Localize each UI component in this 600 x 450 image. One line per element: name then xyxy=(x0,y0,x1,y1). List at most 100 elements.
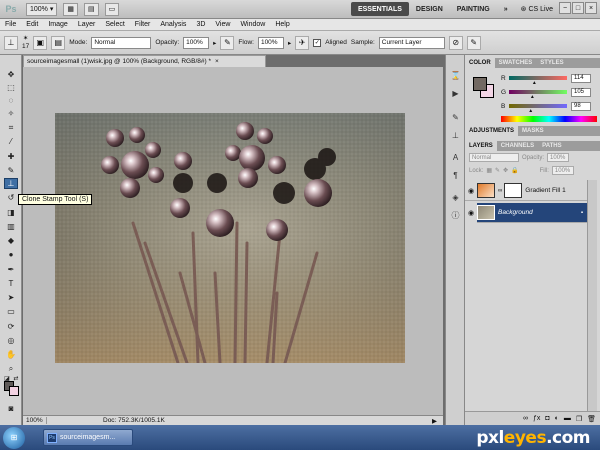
clone-stamp-preset-icon[interactable]: ⊥ xyxy=(4,35,18,50)
color-panel-foreground[interactable] xyxy=(473,77,487,91)
start-button[interactable]: ⊞ xyxy=(3,426,25,449)
green-value[interactable]: 105 xyxy=(571,87,591,97)
mode-select[interactable]: Normal xyxy=(91,36,152,49)
ignore-adjustment-layers-icon[interactable]: ⊘ xyxy=(448,35,463,50)
screen-mode-icon[interactable]: ▭ xyxy=(104,2,120,16)
pressure-opacity-icon[interactable]: ✎ xyxy=(220,35,235,50)
menu-layer[interactable]: Layer xyxy=(73,21,101,28)
paragraph-panel-icon[interactable]: ¶ xyxy=(449,169,462,182)
close-button[interactable]: × xyxy=(585,2,597,14)
quick-selection-tool-icon[interactable]: ✧ xyxy=(4,108,18,119)
clone-stamp-tool-icon[interactable]: ⊥ xyxy=(4,178,18,189)
tab-swatches[interactable]: SWATCHES xyxy=(495,58,537,68)
taskbar-photoshop-item[interactable]: Ps sourceimagesm... xyxy=(43,429,133,446)
menu-image[interactable]: Image xyxy=(43,21,72,28)
menu-view[interactable]: View xyxy=(210,21,235,28)
blue-value[interactable]: 98 xyxy=(571,101,591,111)
brush-panel-icon[interactable]: ▣ xyxy=(33,35,48,50)
lock-transparent-icon[interactable]: ▦ xyxy=(486,167,492,174)
type-tool-icon[interactable]: T xyxy=(4,278,18,289)
tab-color[interactable]: COLOR xyxy=(465,58,495,68)
layers-scrollbar[interactable] xyxy=(587,180,597,430)
gradient-fill-thumbnail[interactable] xyxy=(477,183,495,198)
quick-mask-icon[interactable]: ◙ xyxy=(4,403,18,414)
new-layer-icon[interactable]: ❐ xyxy=(576,415,582,423)
actions-panel-icon[interactable]: ▶ xyxy=(449,87,462,100)
arrange-documents-icon[interactable]: ▤ xyxy=(84,2,99,16)
link-icon[interactable]: ∞ xyxy=(523,415,528,422)
layer-row-background[interactable]: ◉ Background ▪ xyxy=(465,202,587,223)
gradient-tool-icon[interactable]: ▥ xyxy=(4,221,18,232)
menu-3d[interactable]: 3D xyxy=(191,21,210,28)
maximize-button[interactable]: □ xyxy=(572,2,584,14)
3d-orbit-tool-icon[interactable]: ◎ xyxy=(4,335,18,346)
green-slider-knob-icon[interactable]: ▲ xyxy=(530,94,535,100)
menu-filter[interactable]: Filter xyxy=(130,21,156,28)
move-tool-icon[interactable]: ✥ xyxy=(4,69,18,80)
clone-source-icon[interactable]: ▤ xyxy=(51,35,66,50)
info-panel-icon[interactable]: ⓘ xyxy=(449,209,462,222)
trash-icon[interactable]: 🗑 xyxy=(587,415,596,423)
adjustment-icon[interactable]: ◐ xyxy=(555,415,559,422)
cs-live-button[interactable]: ⊛ CS Live xyxy=(521,5,553,14)
fill-input[interactable]: 100% xyxy=(551,166,574,175)
minimize-button[interactable]: − xyxy=(559,2,571,14)
menu-analysis[interactable]: Analysis xyxy=(155,21,191,28)
lock-all-icon[interactable]: 🔒 xyxy=(511,167,518,174)
tab-channels[interactable]: CHANNELS xyxy=(497,141,538,151)
folder-icon[interactable]: ▬ xyxy=(564,415,571,422)
opacity-input[interactable]: 100% xyxy=(183,36,210,49)
layer-name[interactable]: Gradient Fill 1 xyxy=(525,187,565,194)
brush-tool-icon[interactable]: ✎ xyxy=(4,165,18,176)
rectangle-tool-icon[interactable]: ▭ xyxy=(4,306,18,317)
status-zoom[interactable]: 100% xyxy=(23,417,47,424)
hand-tool-icon[interactable]: ✋ xyxy=(4,349,18,360)
canvas-area[interactable] xyxy=(23,67,443,415)
red-slider[interactable]: ▲ xyxy=(509,76,567,86)
tab-layers[interactable]: LAYERS xyxy=(465,141,497,151)
red-slider-knob-icon[interactable]: ▲ xyxy=(532,80,537,86)
layer-name[interactable]: Background xyxy=(498,209,533,216)
document-close-icon[interactable]: × xyxy=(215,58,219,65)
more-workspaces-button[interactable]: » xyxy=(497,2,515,16)
mask-icon[interactable]: ◘ xyxy=(545,415,549,422)
document-tab[interactable]: sourceimagesmall (1)wisk.jpg @ 100% (Bac… xyxy=(23,55,266,67)
menu-help[interactable]: Help xyxy=(270,21,294,28)
tab-masks[interactable]: MASKS xyxy=(518,126,548,136)
eraser-tool-icon[interactable]: ◨ xyxy=(4,207,18,218)
crop-tool-icon[interactable]: ⌗ xyxy=(4,122,18,133)
path-selection-tool-icon[interactable]: ➤ xyxy=(4,292,18,303)
zoom-select[interactable]: 100% ▾ xyxy=(26,2,58,16)
menu-file[interactable]: File xyxy=(0,21,21,28)
lock-pixels-icon[interactable]: ✎ xyxy=(495,167,500,174)
view-extras-icon[interactable]: ▦ xyxy=(63,2,78,16)
opacity-arrow-icon[interactable]: ▸ xyxy=(213,39,216,47)
sample-select[interactable]: Current Layer xyxy=(378,36,445,49)
tab-adjustments[interactable]: ADJUSTMENTS xyxy=(465,126,519,136)
status-menu-arrow-icon[interactable]: ▶ xyxy=(432,417,443,425)
workspace-design[interactable]: DESIGN xyxy=(409,2,450,16)
eyedropper-tool-icon[interactable]: ⁄ xyxy=(4,136,18,147)
lock-position-icon[interactable]: ✥ xyxy=(503,167,508,174)
aligned-checkbox[interactable]: ✓ xyxy=(313,38,322,47)
blue-slider-knob-icon[interactable]: ▲ xyxy=(528,108,533,114)
spot-healing-tool-icon[interactable]: ✚ xyxy=(4,151,18,162)
workspace-painting[interactable]: PAINTING xyxy=(450,2,497,16)
layer-opacity-input[interactable]: 100% xyxy=(547,153,570,162)
layer-row-gradient-fill[interactable]: ◉ ∞ Gradient Fill 1 xyxy=(465,181,587,201)
tab-styles[interactable]: STYLES xyxy=(536,58,567,68)
color-spectrum-ramp[interactable] xyxy=(501,116,597,122)
lasso-tool-icon[interactable]: ◌ xyxy=(4,95,18,106)
history-brush-tool-icon[interactable]: ↺ xyxy=(4,192,18,203)
blend-mode-select[interactable]: Normal xyxy=(469,153,519,162)
pen-tool-icon[interactable]: ✒ xyxy=(4,264,18,275)
blur-tool-icon[interactable]: ◆ xyxy=(4,235,18,246)
marquee-tool-icon[interactable]: ⬚ xyxy=(4,82,18,93)
layer-visibility-eye-icon[interactable]: ◉ xyxy=(465,181,477,201)
clone-source-panel-icon[interactable]: ⊥ xyxy=(449,129,462,142)
workspace-essentials[interactable]: ESSENTIALS xyxy=(350,2,409,16)
menu-select[interactable]: Select xyxy=(100,21,129,28)
flow-arrow-icon[interactable]: ▸ xyxy=(288,39,291,47)
character-panel-icon[interactable]: A xyxy=(449,151,462,164)
history-panel-icon[interactable]: ⌛ xyxy=(449,69,462,82)
